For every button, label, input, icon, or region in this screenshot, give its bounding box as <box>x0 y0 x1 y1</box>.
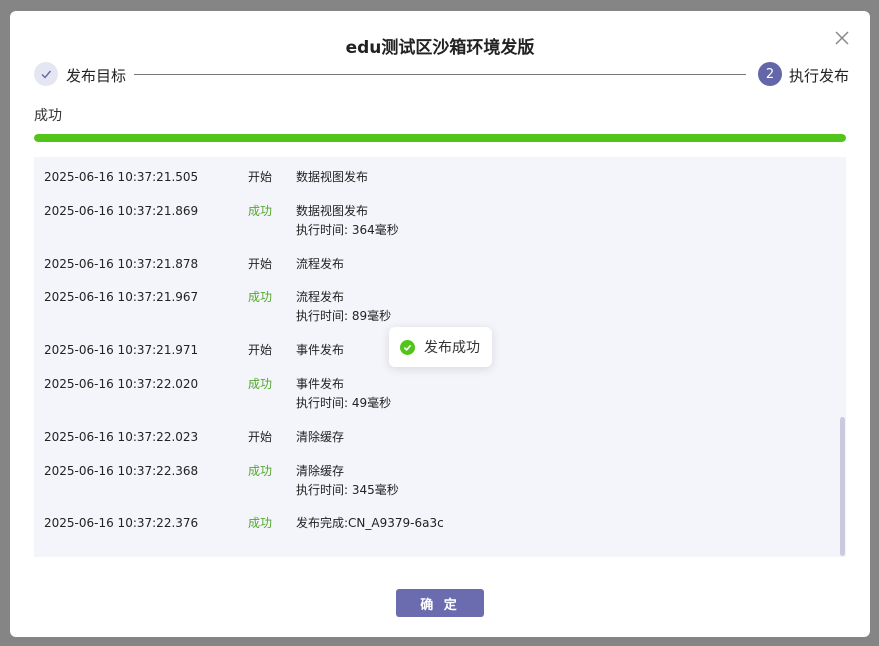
log-message: 数据视图发布执行时间: 364毫秒 <box>296 202 399 240</box>
log-message-text: 发布完成:CN_A9379-6a3c <box>296 516 444 530</box>
log-time: 2025-06-16 10:37:21.505 <box>44 170 199 184</box>
log-message-text: 数据视图发布 <box>296 170 369 184</box>
log-detail: 执行时间: 49毫秒 <box>296 396 392 410</box>
step-2-label: 执行发布 <box>789 67 850 85</box>
log-time: 2025-06-16 10:37:21.971 <box>44 343 199 357</box>
log-message: 流程发布 <box>296 255 344 274</box>
log-scrollbar[interactable] <box>840 417 845 556</box>
log-message-text: 清除缓存 <box>296 464 345 478</box>
step-2-circle: 2 <box>758 62 782 86</box>
log-time: 2025-06-16 10:37:22.023 <box>44 430 199 444</box>
log-row: 2025-06-16 10:37:22.020 成功 事件发布执行时间: 49毫秒 <box>34 375 834 413</box>
log-status: 成功 <box>248 290 273 304</box>
log-status: 成功 <box>248 377 273 391</box>
log-message-text: 流程发布 <box>296 290 345 304</box>
log-message: 事件发布执行时间: 49毫秒 <box>296 375 391 413</box>
log-time: 2025-06-16 10:37:21.869 <box>44 204 199 218</box>
log-message-text: 事件发布 <box>296 377 345 391</box>
log-time: 2025-06-16 10:37:21.967 <box>44 290 199 304</box>
log-time: 2025-06-16 10:37:22.368 <box>44 464 199 478</box>
step-1-circle <box>34 62 58 86</box>
publish-dialog: edu测试区沙箱环境发版 发布目标 2 执行发布 成功 2025-06-16 1… <box>10 11 870 637</box>
progress-fill <box>34 134 846 142</box>
progress-bar <box>34 134 846 142</box>
dialog-title: edu测试区沙箱环境发版 <box>345 38 535 58</box>
log-message: 数据视图发布 <box>296 168 368 187</box>
check-icon <box>41 70 52 79</box>
log-message: 发布完成:CN_A9379-6a3c <box>296 514 444 533</box>
check-circle-icon <box>400 339 415 355</box>
success-toast: 发布成功 <box>389 327 492 367</box>
step-indicator: 发布目标 2 执行发布 <box>34 62 850 88</box>
step-connector <box>134 74 746 75</box>
confirm-button[interactable]: 确 定 <box>396 589 484 617</box>
log-status: 成功 <box>248 516 273 530</box>
log-row: 2025-06-16 10:37:21.505 开始 数据视图发布 <box>34 168 834 187</box>
toast-text: 发布成功 <box>424 340 480 356</box>
log-time: 2025-06-16 10:37:21.878 <box>44 257 199 271</box>
log-status: 开始 <box>248 170 273 184</box>
log-status: 开始 <box>248 430 273 444</box>
status-text: 成功 <box>34 108 62 124</box>
log-status: 开始 <box>248 343 273 357</box>
log-row: 2025-06-16 10:37:22.023 开始 清除缓存 <box>34 428 834 447</box>
log-status: 成功 <box>248 204 273 218</box>
log-row: 2025-06-16 10:37:22.368 成功 清除缓存执行时间: 345毫秒 <box>34 462 834 500</box>
log-message-text: 事件发布 <box>296 343 345 357</box>
log-row: 2025-06-16 10:37:21.878 开始 流程发布 <box>34 255 834 274</box>
log-row: 2025-06-16 10:37:21.869 成功 数据视图发布执行时间: 364… <box>34 202 834 240</box>
log-time: 2025-06-16 10:37:22.020 <box>44 377 199 391</box>
close-button[interactable] <box>833 29 851 47</box>
log-status: 成功 <box>248 464 273 478</box>
log-message-text: 流程发布 <box>296 257 345 271</box>
log-time: 2025-06-16 10:37:22.376 <box>44 516 199 530</box>
log-detail: 执行时间: 89毫秒 <box>296 309 392 323</box>
log-detail: 执行时间: 345毫秒 <box>296 483 399 497</box>
step-1-label: 发布目标 <box>66 67 127 85</box>
log-row: 2025-06-16 10:37:22.376 成功 发布完成:CN_A9379-6… <box>34 514 834 533</box>
log-status: 开始 <box>248 257 273 271</box>
log-message: 事件发布 <box>296 341 344 360</box>
log-detail: 执行时间: 364毫秒 <box>296 223 399 237</box>
log-message-text: 清除缓存 <box>296 430 345 444</box>
close-icon <box>835 31 849 45</box>
log-message: 清除缓存执行时间: 345毫秒 <box>296 462 399 500</box>
log-row: 2025-06-16 10:37:21.967 成功 流程发布执行时间: 89毫秒 <box>34 288 834 326</box>
log-message-text: 数据视图发布 <box>296 204 369 218</box>
log-message: 流程发布执行时间: 89毫秒 <box>296 288 391 326</box>
log-message: 清除缓存 <box>296 428 344 447</box>
